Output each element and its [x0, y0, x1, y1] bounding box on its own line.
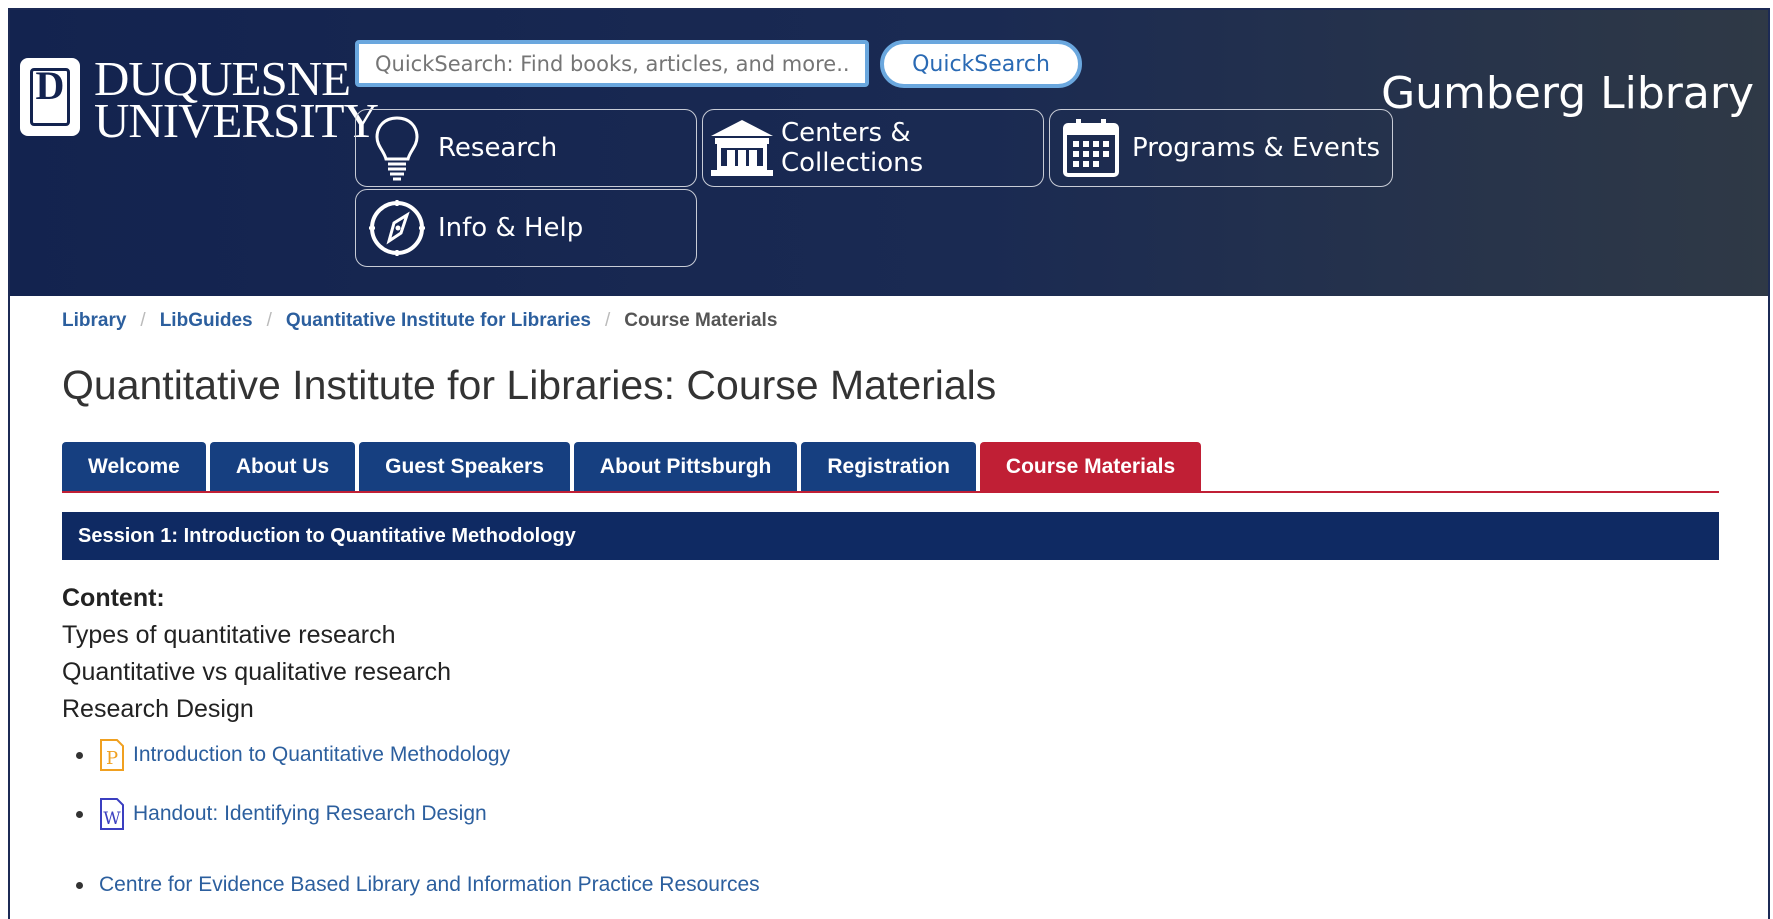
site-header: D DUQUESNE UNIVERSITY QuickSearch Resear…: [10, 10, 1768, 296]
word-file-icon: W: [100, 798, 124, 830]
breadcrumb: Library / LibGuides / Quantitative Institute…: [62, 310, 778, 331]
tab-guest-speakers[interactable]: Guest Speakers: [359, 442, 570, 492]
nav-centers-collections[interactable]: Centers & Collections: [702, 109, 1044, 187]
link-handout-research-design[interactable]: Handout: Identifying Research Design: [133, 802, 487, 826]
nav-info-help[interactable]: Info & Help: [355, 189, 697, 267]
breadcrumb-current: Course Materials: [624, 310, 778, 331]
lightbulb-icon: [362, 113, 432, 183]
bullet: [76, 751, 83, 759]
quicksearch-input[interactable]: [355, 40, 869, 87]
nav-research-label: Research: [438, 133, 558, 163]
library-brand[interactable]: Gumberg Library: [1381, 68, 1754, 119]
content-line: Research Design: [62, 695, 254, 723]
svg-text:P: P: [106, 748, 118, 769]
content-label: Content:: [62, 584, 165, 612]
compass-icon: [362, 193, 432, 263]
list-item: P Introduction to Quantitative Methodolo…: [76, 738, 510, 772]
nav-programs-events[interactable]: Programs & Events: [1049, 109, 1393, 187]
page-title: Quantitative Institute for Libraries: Co…: [62, 362, 997, 408]
calendar-icon: [1056, 113, 1126, 183]
list-item: Centre for Evidence Based Library and In…: [76, 873, 760, 897]
nav-centers-collections-label: Centers & Collections: [781, 118, 924, 178]
building-icon: [709, 113, 775, 183]
svg-text:W: W: [103, 809, 121, 829]
content-line: Quantitative vs qualitative research: [62, 658, 452, 686]
guide-tabs: Welcome About Us Guest Speakers About Pi…: [62, 442, 1205, 492]
tab-welcome[interactable]: Welcome: [62, 442, 206, 492]
breadcrumb-libguides[interactable]: LibGuides: [160, 310, 253, 331]
content-line: Types of quantitative research: [62, 621, 396, 649]
breadcrumb-guide[interactable]: Quantitative Institute for Libraries: [286, 310, 591, 331]
page-frame: D DUQUESNE UNIVERSITY QuickSearch Resear…: [8, 8, 1770, 919]
link-intro-quant-methodology[interactable]: Introduction to Quantitative Methodology: [133, 743, 510, 767]
tab-registration[interactable]: Registration: [801, 442, 976, 492]
bullet: [76, 881, 83, 889]
nav-programs-events-label: Programs & Events: [1132, 133, 1381, 163]
link-ceblip-resources[interactable]: Centre for Evidence Based Library and In…: [99, 873, 760, 897]
crest-icon: D: [20, 58, 80, 136]
nav-research[interactable]: Research: [355, 109, 697, 187]
logo-text-line2: UNIVERSITY: [94, 93, 379, 148]
breadcrumb-library[interactable]: Library: [62, 310, 126, 331]
bullet: [76, 810, 83, 818]
crest-letter: D: [35, 63, 65, 108]
session-header: Session 1: Introduction to Quantitative …: [62, 512, 1719, 560]
university-logo[interactable]: D DUQUESNE UNIVERSITY: [20, 54, 379, 148]
tab-about-pittsburgh[interactable]: About Pittsburgh: [573, 442, 798, 492]
tab-course-materials[interactable]: Course Materials: [979, 442, 1202, 492]
list-item: W Handout: Identifying Research Design: [76, 797, 487, 831]
session-content: Content: Types of quantitative research …: [62, 580, 451, 728]
quicksearch-button[interactable]: QuickSearch: [880, 40, 1082, 88]
tab-underline: [62, 491, 1719, 493]
nav-info-help-label: Info & Help: [438, 213, 584, 243]
powerpoint-file-icon: P: [100, 739, 124, 771]
tab-about-us[interactable]: About Us: [209, 442, 356, 492]
